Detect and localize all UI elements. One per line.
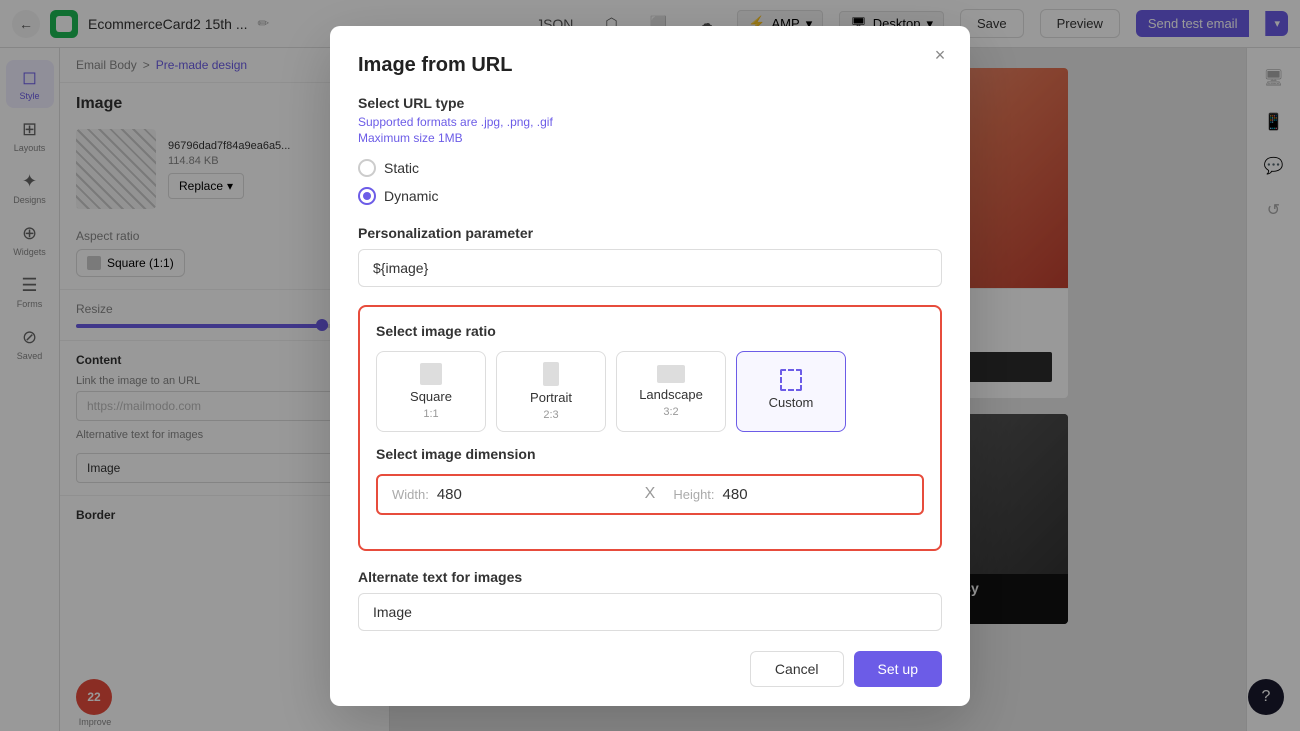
- width-label: Width:: [392, 487, 429, 502]
- ratio-options: Square 1:1 Portrait 2:3 Landscape 3:2 Cu…: [376, 351, 924, 432]
- square-ratio-label: Square: [410, 389, 452, 404]
- width-value: 480: [437, 486, 462, 503]
- landscape-ratio-label: Landscape: [639, 387, 703, 402]
- dynamic-radio-circle: [358, 187, 376, 205]
- square-ratio-sub: 1:1: [423, 408, 438, 420]
- height-group: Height: 480: [659, 476, 922, 513]
- url-max-size-hint: Maximum size 1MB: [358, 131, 942, 145]
- modal-overlay: Image from URL × Select URL type Support…: [0, 0, 1300, 731]
- url-type-title: Select URL type: [358, 95, 942, 111]
- cancel-button[interactable]: Cancel: [750, 651, 844, 687]
- alt-text-modal-input[interactable]: [358, 593, 942, 631]
- portrait-ratio-icon: [543, 362, 559, 386]
- ratio-option-custom[interactable]: Custom: [736, 351, 846, 432]
- dynamic-radio-item[interactable]: Dynamic: [358, 187, 942, 205]
- url-supported-hint: Supported formats are .jpg, .png, .gif: [358, 115, 942, 129]
- landscape-ratio-icon: [657, 365, 685, 383]
- dynamic-radio-dot: [363, 192, 371, 200]
- height-value: 480: [723, 486, 748, 503]
- square-ratio-icon: [420, 363, 442, 385]
- ratio-option-landscape[interactable]: Landscape 3:2: [616, 351, 726, 432]
- static-radio-circle: [358, 159, 376, 177]
- static-radio-item[interactable]: Static: [358, 159, 942, 177]
- modal-dialog: Image from URL × Select URL type Support…: [330, 26, 970, 706]
- param-input[interactable]: [358, 249, 942, 287]
- modal-title: Image from URL: [358, 54, 942, 77]
- modal-close-button[interactable]: ×: [926, 42, 954, 70]
- ratio-option-square[interactable]: Square 1:1: [376, 351, 486, 432]
- alt-text-title: Alternate text for images: [358, 569, 942, 585]
- height-label: Height:: [673, 487, 714, 502]
- dimension-title: Select image dimension: [376, 446, 924, 462]
- custom-ratio-label: Custom: [769, 395, 814, 410]
- dynamic-radio-label: Dynamic: [384, 188, 438, 204]
- url-type-radio-group: Static Dynamic: [358, 159, 942, 205]
- custom-ratio-icon: [780, 369, 802, 391]
- ratio-title: Select image ratio: [376, 323, 924, 339]
- width-group: Width: 480: [378, 476, 641, 513]
- ratio-option-portrait[interactable]: Portrait 2:3: [496, 351, 606, 432]
- param-title: Personalization parameter: [358, 225, 942, 241]
- dim-separator: X: [641, 485, 660, 503]
- setup-button[interactable]: Set up: [854, 651, 942, 687]
- static-radio-label: Static: [384, 160, 419, 176]
- image-ratio-box: Select image ratio Square 1:1 Portrait 2…: [358, 305, 942, 551]
- landscape-ratio-sub: 3:2: [663, 406, 678, 418]
- portrait-ratio-sub: 2:3: [543, 409, 558, 421]
- dimension-box: Width: 480 X Height: 480: [376, 474, 924, 515]
- modal-actions: Cancel Set up: [358, 651, 942, 687]
- portrait-ratio-label: Portrait: [530, 390, 572, 405]
